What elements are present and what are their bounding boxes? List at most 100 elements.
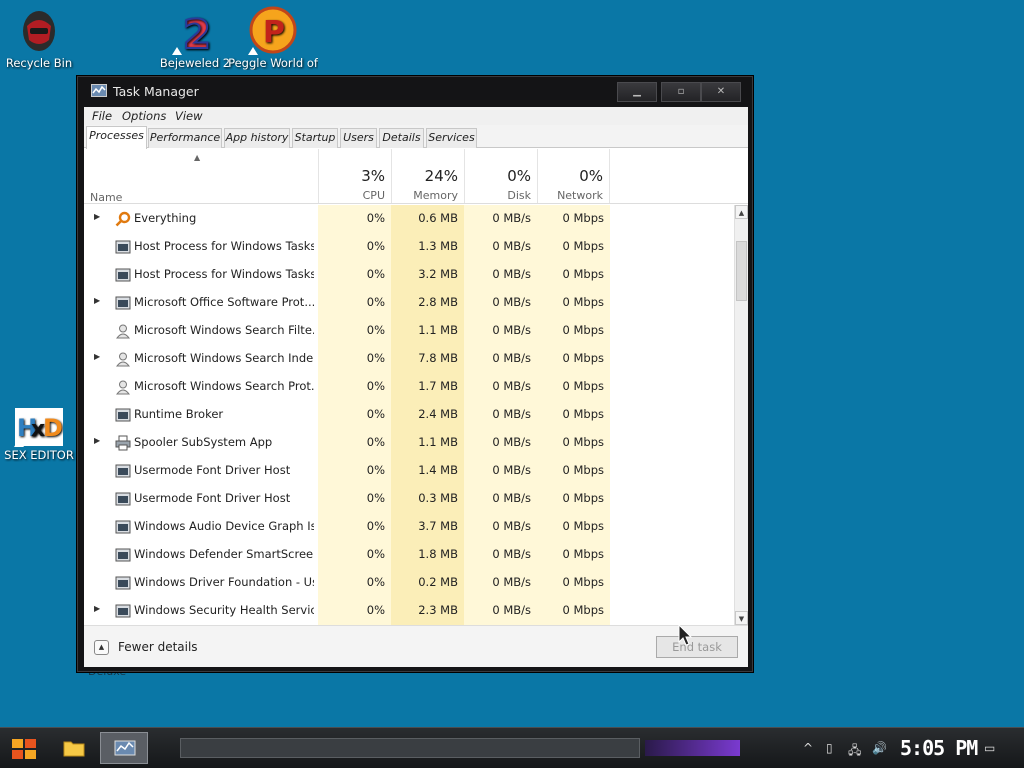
expand-chevron-icon[interactable]: ▶ <box>94 604 100 613</box>
window-client: File Options View Processes Performance … <box>84 107 748 667</box>
cell-mem: 3.7 MB <box>418 519 458 533</box>
cell-cpu: 0% <box>366 519 385 533</box>
start-button[interactable] <box>10 736 38 762</box>
column-header: ▲ Name 3% CPU 24% Memory 0% Disk 0% Netw… <box>84 149 748 204</box>
tab-startup[interactable]: Startup <box>292 128 338 148</box>
cell-mem: 0.3 MB <box>418 491 458 505</box>
process-name: Spooler SubSystem App <box>134 435 273 449</box>
cell-net: 0 Mbps <box>562 211 605 225</box>
fewer-details-link[interactable]: Fewer details <box>118 640 198 654</box>
cell-net: 0 Mbps <box>562 323 605 337</box>
cell-net: 0 Mbps <box>562 491 605 505</box>
disk-column-header[interactable]: 0% Disk <box>464 149 537 203</box>
task-manager-taskbar-button[interactable] <box>100 732 148 764</box>
process-icon <box>115 267 131 283</box>
cpu-label: CPU <box>362 189 385 202</box>
cell-net: 0 Mbps <box>562 295 605 309</box>
cell-disk: 0 MB/s <box>492 323 531 337</box>
scroll-up-icon[interactable]: ▲ <box>735 205 748 219</box>
tab-services[interactable]: Services <box>426 128 477 148</box>
table-row[interactable]: ▶ Everything 0% 0.6 MB 0 MB/s 0 Mbps <box>84 205 734 233</box>
window-title: Task Manager <box>113 84 199 99</box>
bejeweled-desktop-icon[interactable]: 2 Bejeweled 2 <box>150 8 240 70</box>
menu-bar: File Options View <box>84 107 748 125</box>
table-row[interactable]: Usermode Font Driver Host 0% 1.4 MB 0 MB/s 0… <box>84 457 734 485</box>
table-row[interactable]: ▶ Spooler SubSystem App 0% 1.1 MB 0 MB/s 0 Mb… <box>84 429 734 457</box>
cell-net: 0 Mbps <box>562 603 605 617</box>
svg-text:P: P <box>263 15 285 50</box>
tray-device-icon[interactable]: ▯ <box>826 741 833 755</box>
menu-view[interactable]: View <box>175 109 203 123</box>
process-icon <box>115 575 131 591</box>
minimize-button[interactable]: ▁ <box>617 82 657 102</box>
hex-editor-desktop-icon[interactable]: H x D SEX EDITOR <box>0 408 84 462</box>
menu-file[interactable]: File <box>92 109 112 123</box>
vertical-scrollbar[interactable]: ▲ ▼ <box>734 205 748 625</box>
cell-cpu: 0% <box>366 491 385 505</box>
table-row[interactable]: Windows Defender SmartScreen 0% 1.8 MB 0 MB… <box>84 541 734 569</box>
table-row[interactable]: ▶ Microsoft Windows Search Inde... 0% 7.8 M… <box>84 345 734 373</box>
expand-chevron-icon[interactable]: ▶ <box>94 352 100 361</box>
cpu-total: 3% <box>361 167 385 185</box>
cell-mem: 0.2 MB <box>418 575 458 589</box>
fewer-details-chevron-icon[interactable]: ▲ <box>94 640 109 655</box>
table-row[interactable]: Microsoft Windows Search Prot... 0% 1.7 MB… <box>84 373 734 401</box>
cell-mem: 1.8 MB <box>418 547 458 561</box>
table-row[interactable]: Windows Audio Device Graph Is... 0% 3.7 MB… <box>84 513 734 541</box>
network-icon[interactable]: 🖧 <box>848 741 861 762</box>
end-task-button[interactable]: End task <box>656 636 738 658</box>
tab-details[interactable]: Details <box>379 128 424 148</box>
process-name: Microsoft Windows Search Filte... <box>134 323 314 337</box>
tab-processes[interactable]: Processes <box>86 126 147 149</box>
table-row[interactable]: ▶ Windows Security Health Service 0% 2.3 MB… <box>84 597 734 625</box>
process-name: Windows Security Health Service <box>134 603 314 617</box>
scroll-thumb[interactable] <box>736 241 747 301</box>
table-row[interactable]: Host Process for Windows Tasks 0% 1.3 MB 0 … <box>84 233 734 261</box>
cpu-column-header[interactable]: 3% CPU <box>318 149 391 203</box>
maximize-button[interactable]: ▫ <box>661 82 701 102</box>
search-app-icon <box>115 211 131 227</box>
expand-chevron-icon[interactable]: ▶ <box>94 436 100 445</box>
menu-options[interactable]: Options <box>122 109 166 123</box>
title-bar[interactable]: Task Manager ▁ ▫ ✕ <box>77 76 753 106</box>
tab-app-history[interactable]: App history <box>224 128 290 148</box>
close-button[interactable]: ✕ <box>701 82 741 102</box>
expand-chevron-icon[interactable]: ▶ <box>94 212 100 221</box>
process-icon <box>115 407 131 423</box>
network-column-header[interactable]: 0% Network <box>537 149 610 203</box>
tab-performance[interactable]: Performance <box>148 128 222 148</box>
peggle-icon: P <box>248 6 297 55</box>
cell-disk: 0 MB/s <box>492 379 531 393</box>
show-hidden-icons-chevron-icon[interactable]: ^ <box>803 741 813 755</box>
cell-mem: 2.4 MB <box>418 407 458 421</box>
table-row[interactable]: Microsoft Windows Search Filte... 0% 1.1 M… <box>84 317 734 345</box>
table-row[interactable]: Host Process for Windows Tasks 0% 3.2 MB 0 … <box>84 261 734 289</box>
disk-total: 0% <box>507 167 531 185</box>
tab-users[interactable]: Users <box>340 128 377 148</box>
file-explorer-taskbar-button[interactable] <box>62 737 86 759</box>
scroll-down-icon[interactable]: ▼ <box>735 611 748 625</box>
network-total: 0% <box>579 167 603 185</box>
cell-cpu: 0% <box>366 435 385 449</box>
table-row[interactable]: Windows Driver Foundation - Us... 0% 0.2 M… <box>84 569 734 597</box>
volume-icon[interactable]: 🔊 <box>872 741 887 755</box>
bejeweled-2-icon: 2 <box>172 8 217 59</box>
action-center-icon[interactable]: ▭ <box>984 741 995 755</box>
process-name: Microsoft Windows Search Prot... <box>134 379 314 393</box>
cell-disk: 0 MB/s <box>492 575 531 589</box>
memory-column-header[interactable]: 24% Memory <box>391 149 464 203</box>
clock[interactable]: 5:05 PM <box>900 736 978 760</box>
expand-chevron-icon[interactable]: ▶ <box>94 296 100 305</box>
cell-net: 0 Mbps <box>562 435 605 449</box>
table-row[interactable]: Runtime Broker 0% 2.4 MB 0 MB/s 0 Mbps <box>84 401 734 429</box>
cell-cpu: 0% <box>366 575 385 589</box>
table-row[interactable]: Usermode Font Driver Host 0% 0.3 MB 0 MB/s 0… <box>84 485 734 513</box>
tab-strip: Processes Performance App history Startu… <box>84 125 748 149</box>
table-row[interactable]: ▶ Microsoft Office Software Prot... 0% 2.8 … <box>84 289 734 317</box>
start-icon <box>12 739 36 759</box>
process-name: Microsoft Office Software Prot... <box>134 295 314 309</box>
cell-disk: 0 MB/s <box>492 547 531 561</box>
name-column-header[interactable]: Name <box>90 191 122 204</box>
peggle-desktop-icon[interactable]: P Peggle World of <box>228 6 318 70</box>
recycle-bin-desktop-icon[interactable]: Recycle Bin <box>0 8 84 70</box>
